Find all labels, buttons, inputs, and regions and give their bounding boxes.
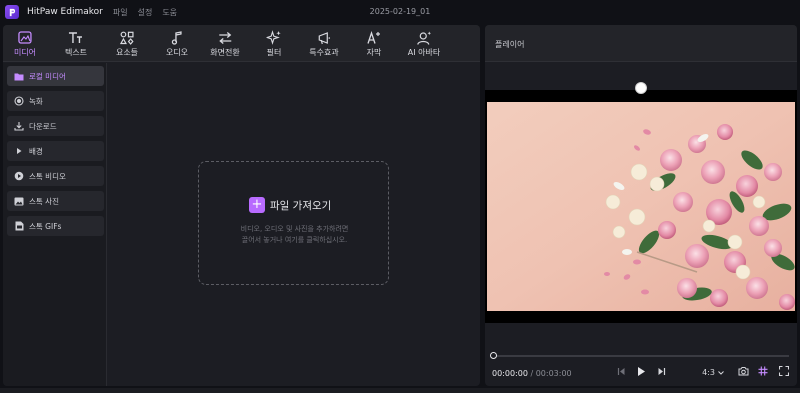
tab-audio[interactable]: 오디오	[166, 25, 188, 62]
media-icon	[18, 30, 32, 46]
elements-icon	[120, 30, 134, 46]
current-time: 00:00:00	[492, 369, 528, 378]
aspect-ratio-select[interactable]: 4:3	[701, 366, 725, 378]
sidebar-item-label: 스톡 사진	[29, 196, 59, 206]
sidebar-item-label: 다운로드	[29, 121, 57, 131]
transition-icon	[217, 30, 233, 46]
tab-label: 필터	[266, 47, 282, 57]
preview-image	[487, 102, 795, 311]
player-panel: 플레이어 00:00:00 / 00:03:00 4:3	[485, 25, 797, 386]
sidebar-item-label: 배경	[29, 146, 43, 156]
timeline-strip	[0, 388, 800, 393]
plus-icon: +	[249, 197, 265, 213]
top-toolbar: 미디어 텍스트 요소들 오디오 화면전환 필터 특수효과 자막 AI 아바타	[3, 25, 480, 62]
import-file-button[interactable]: + 파일 가져오기	[249, 197, 331, 213]
stock-photo-icon	[14, 196, 24, 206]
project-title: 2025-02-19_01	[369, 7, 431, 16]
tab-effects[interactable]: 특수효과	[309, 25, 339, 62]
tab-elements[interactable]: 요소들	[116, 25, 138, 62]
fullscreen-button[interactable]	[778, 365, 790, 378]
play-icon	[637, 366, 646, 379]
sidebar-item-stock-video[interactable]: 스톡 비디오	[7, 166, 104, 186]
gif-icon	[14, 221, 24, 231]
effects-icon	[317, 30, 331, 46]
tab-filter[interactable]: 필터	[266, 25, 282, 62]
tab-subtitle[interactable]: 자막	[367, 25, 382, 62]
tab-label: 자막	[366, 47, 382, 57]
tab-label: 요소들	[115, 47, 139, 57]
import-description: 비디오, 오디오 및 사진을 추가하려면 끌어서 놓거나 여기를 클릭하십시오.	[199, 224, 390, 246]
snapshot-button[interactable]	[737, 366, 749, 378]
sidebar-item-label: 스톡 비디오	[29, 171, 66, 181]
prev-frame-icon	[617, 367, 626, 378]
import-description-line: 끌어서 놓거나 여기를 클릭하십시오.	[241, 236, 348, 244]
import-drop-zone[interactable]: + 파일 가져오기 비디오, 오디오 및 사진을 추가하려면 끌어서 놓거나 여…	[198, 161, 389, 285]
player-header: 플레이어	[485, 25, 797, 62]
sidebar-item-stock-gifs[interactable]: 스톡 GIFs	[7, 216, 104, 236]
sidebar-item-download[interactable]: 다운로드	[7, 116, 104, 136]
total-time: 00:03:00	[535, 369, 572, 378]
progress-track[interactable]	[493, 355, 789, 357]
fullscreen-icon	[778, 365, 790, 378]
prev-frame-button[interactable]	[615, 366, 627, 378]
sidebar-item-label: 녹화	[29, 96, 43, 106]
time-separator: /	[527, 369, 536, 378]
rotate-handle[interactable]	[635, 82, 647, 94]
tab-label: 화면전환	[210, 47, 240, 57]
next-frame-button[interactable]	[655, 366, 667, 378]
stock-video-icon	[14, 171, 24, 181]
audio-icon	[171, 30, 183, 46]
subtitle-icon	[367, 30, 382, 46]
text-icon	[68, 30, 84, 46]
ai-avatar-icon	[416, 30, 432, 46]
chevron-down-icon	[718, 368, 724, 377]
grid-toggle-button[interactable]	[757, 366, 769, 378]
preview-stage[interactable]	[485, 90, 797, 323]
play-button[interactable]	[635, 366, 647, 378]
tab-media[interactable]: 미디어	[14, 25, 36, 62]
aspect-ratio-value: 4:3	[702, 367, 715, 377]
grid-icon	[758, 366, 768, 378]
media-sidebar: 로컬 미디어 녹화 다운로드 배경 스톡 비디오 스톡 사진 스톡 GIFs	[3, 63, 107, 386]
tab-transition[interactable]: 화면전환	[210, 25, 240, 62]
next-frame-icon	[657, 367, 666, 378]
background-icon	[14, 146, 24, 156]
tab-label: AI 아바타	[407, 47, 441, 57]
sidebar-item-record[interactable]: 녹화	[7, 91, 104, 111]
sidebar-item-stock-photo[interactable]: 스톡 사진	[7, 191, 104, 211]
folder-icon	[14, 71, 24, 81]
tab-ai-avatar[interactable]: AI 아바타	[408, 25, 440, 62]
filter-icon	[266, 30, 282, 46]
timecode: 00:00:00 / 00:03:00	[492, 369, 572, 378]
import-description-line: 비디오, 오디오 및 사진을 추가하려면	[240, 225, 349, 233]
record-icon	[14, 96, 24, 106]
media-panel: 미디어 텍스트 요소들 오디오 화면전환 필터 특수효과 자막 AI 아바타 로…	[3, 25, 480, 386]
camera-icon	[738, 366, 749, 378]
sidebar-item-background[interactable]: 배경	[7, 141, 104, 161]
tab-label: 오디오	[165, 47, 189, 57]
sidebar-item-label: 스톡 GIFs	[29, 221, 62, 231]
player-title: 플레이어	[495, 40, 525, 49]
tab-label: 특수효과	[309, 47, 339, 57]
tab-text[interactable]: 텍스트	[65, 25, 87, 62]
import-button-label: 파일 가져오기	[270, 199, 332, 212]
progress-knob[interactable]	[490, 352, 497, 359]
download-icon	[14, 121, 24, 131]
tab-label: 미디어	[13, 47, 37, 57]
sidebar-item-label: 로컬 미디어	[29, 71, 66, 81]
sidebar-item-local-media[interactable]: 로컬 미디어	[7, 66, 104, 86]
tab-label: 텍스트	[64, 47, 88, 57]
